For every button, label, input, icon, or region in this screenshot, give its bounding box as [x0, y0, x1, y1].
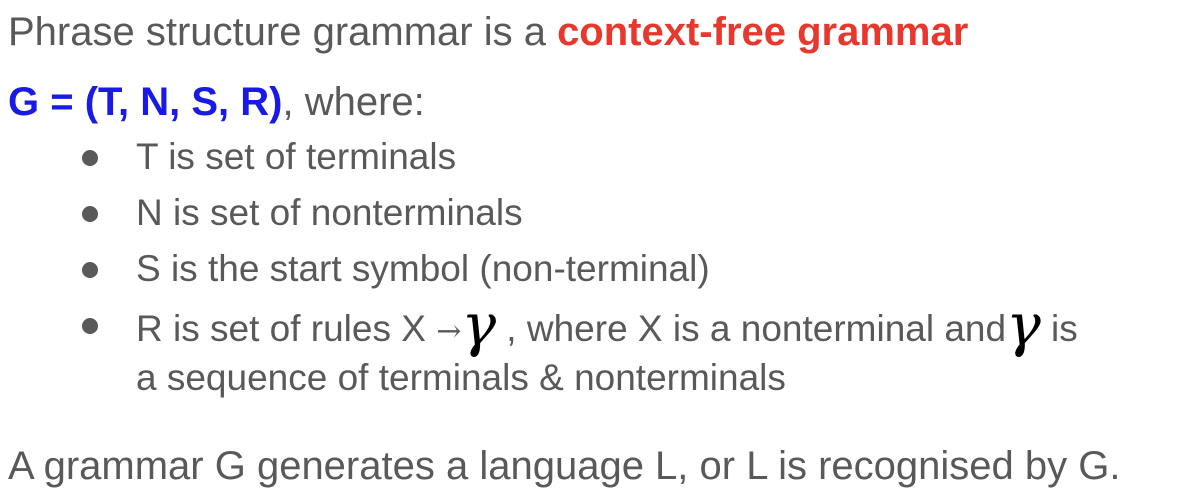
grammar-tuple: G = (T, N, S, R)	[8, 80, 283, 124]
rules-wrap-line: a sequence of terminals & nonterminals	[136, 357, 786, 398]
definition-suffix: , where:	[282, 80, 425, 124]
list-item-text: N is set of nonterminals	[136, 192, 523, 233]
slide: Phrase structure grammar is a context-fr…	[0, 0, 1200, 498]
list-item-text: T is set of terminals	[136, 136, 457, 177]
grammar-components-list: T is set of terminals N is set of nonter…	[0, 134, 1078, 402]
list-item-text: S is the start symbol (non-terminal)	[136, 248, 710, 289]
list-item-nonterminals: N is set of nonterminals	[0, 190, 1078, 246]
bullet-dot-icon	[82, 150, 98, 166]
intro-line: Phrase structure grammar is a context-fr…	[8, 8, 968, 56]
bullet-dot-icon	[82, 262, 98, 278]
rules-text-before: R is set of rules X	[136, 308, 437, 349]
rules-text-middle: , where X is a nonterminal and	[496, 308, 1007, 349]
rules-first-line: R is set of rules X →γ , where X is a no…	[136, 296, 1078, 355]
list-item-start-symbol: S is the start symbol (non-terminal)	[0, 246, 1078, 302]
list-item-rules: R is set of rules X →γ , where X is a no…	[0, 296, 1078, 402]
right-arrow-symbol: →	[436, 314, 462, 349]
gamma-symbol-2: γ	[1006, 291, 1041, 359]
list-item-terminals: T is set of terminals	[0, 134, 1078, 190]
bullet-dot-icon	[82, 318, 98, 334]
definition-line: G = (T, N, S, R), where:	[8, 78, 425, 126]
conclusion-line: A grammar G generates a language L, or L…	[8, 444, 1121, 488]
gamma-symbol: γ	[461, 291, 497, 359]
rules-text-end: is	[1040, 308, 1078, 349]
intro-prefix: Phrase structure grammar is a	[8, 10, 558, 54]
cfg-highlight: context-free grammar	[557, 10, 969, 54]
bullet-dot-icon	[82, 206, 98, 222]
